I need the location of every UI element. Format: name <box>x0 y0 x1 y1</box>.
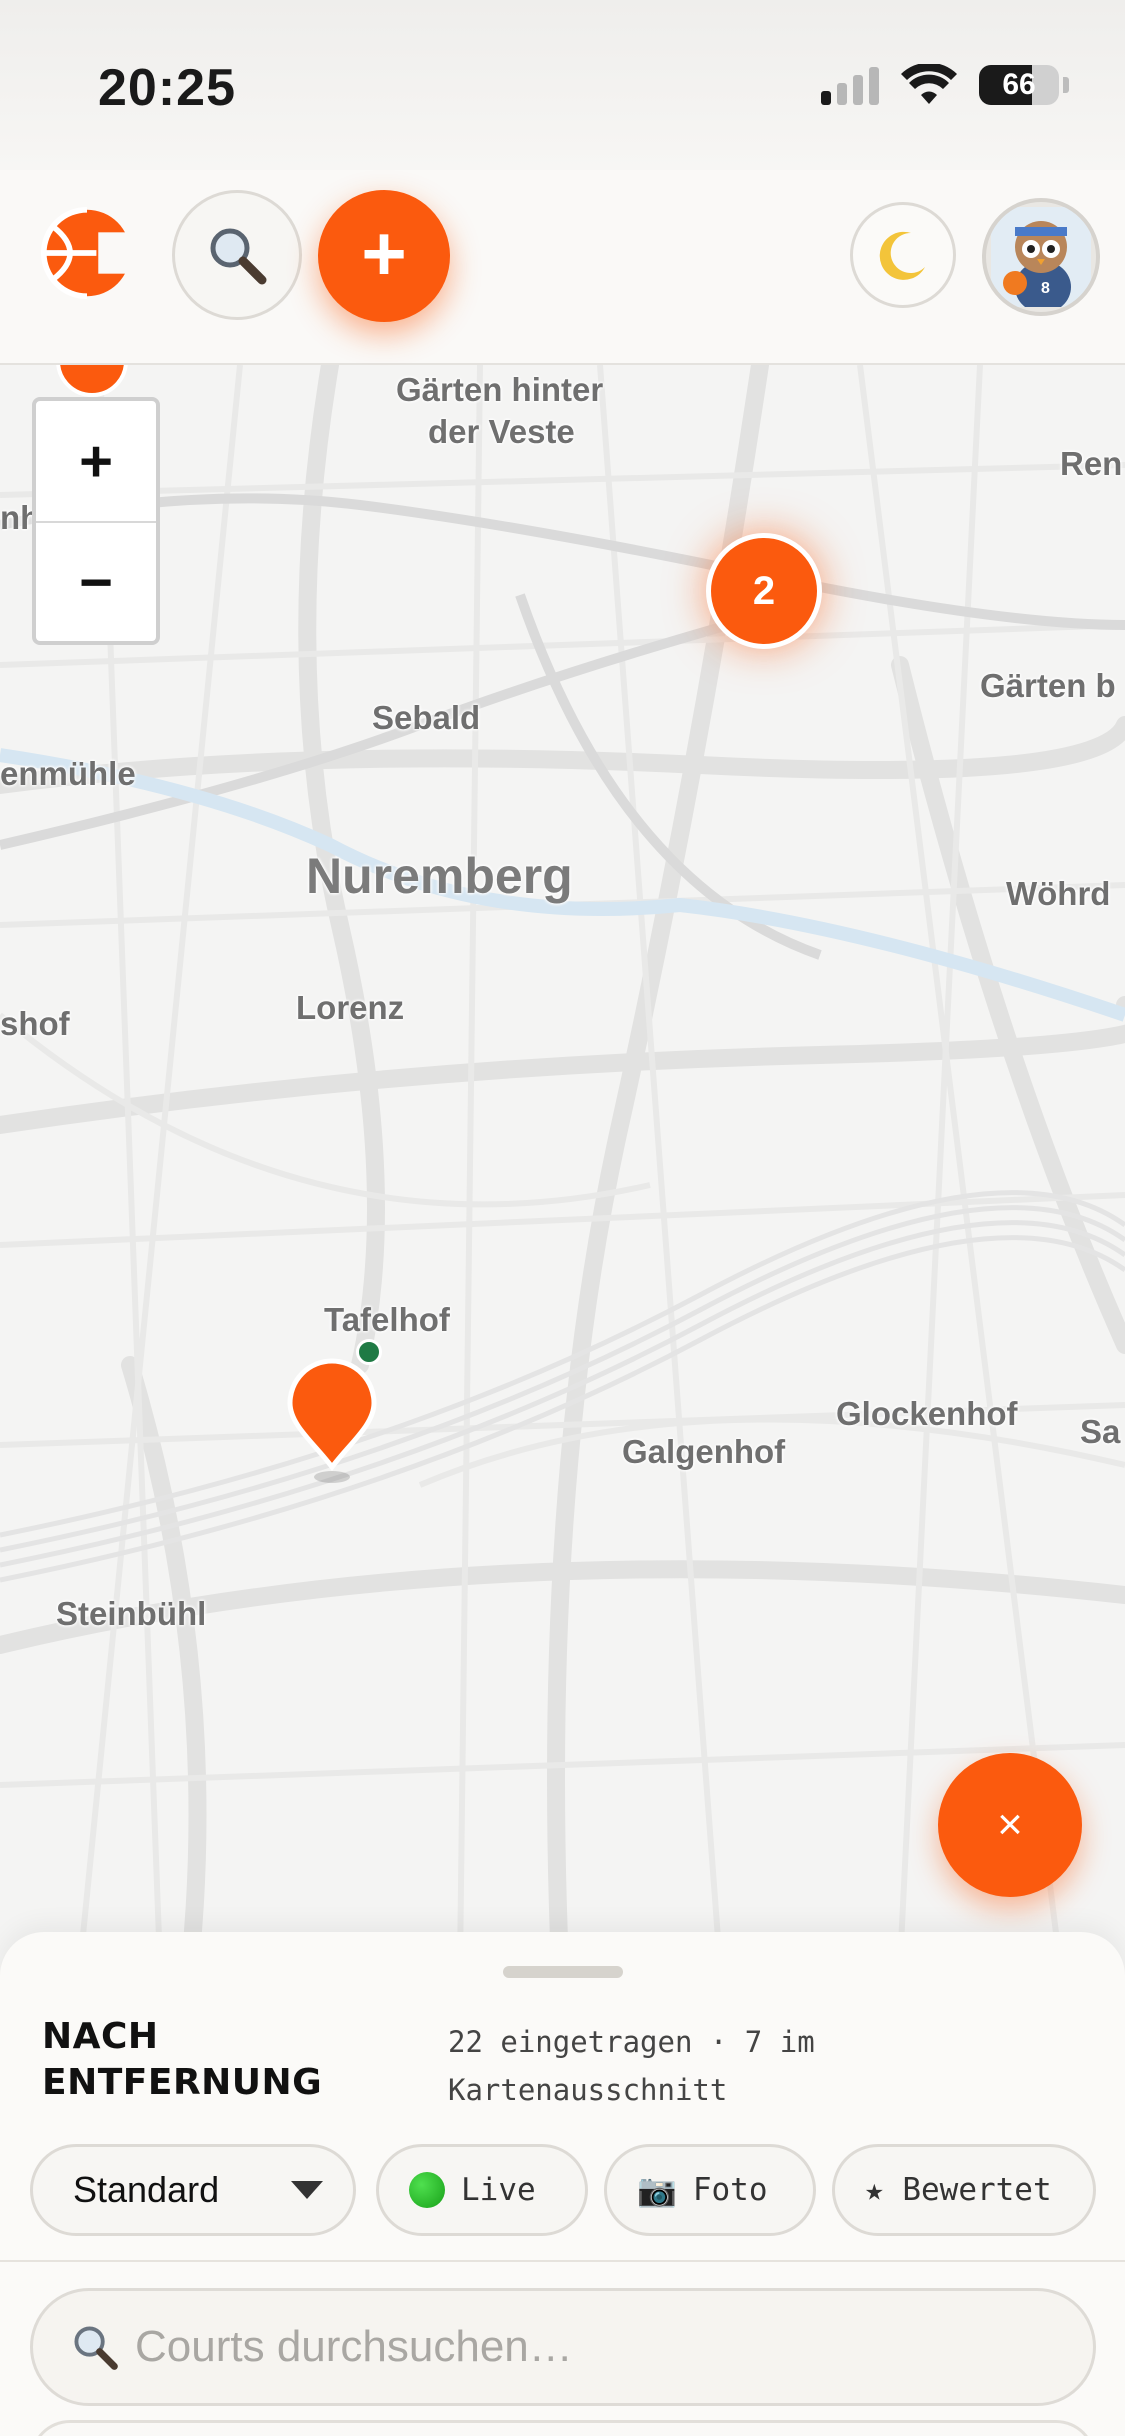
map-label-shof: shof <box>0 1005 70 1042</box>
map-view[interactable]: Gärten hinter der Veste Ren nh Gärten b … <box>0 365 1125 1965</box>
court-list-item[interactable] <box>30 2420 1096 2436</box>
sort-heading-line2: ENTFERNUNG <box>42 2062 323 2103</box>
map-label-sa: Sa <box>1080 1413 1121 1450</box>
map-label-nuremberg: Nuremberg <box>306 848 573 904</box>
sheet-grabber[interactable] <box>503 1966 623 1978</box>
zoom-in-button[interactable]: + <box>36 401 156 521</box>
map-label-gaerten-hinter: Gärten hinter <box>396 371 604 408</box>
sort-select-value: Standard <box>73 2169 220 2210</box>
sort-heading-line1: NACH <box>42 2016 159 2057</box>
battery-icon: 66 <box>979 65 1059 105</box>
courts-bottom-sheet: NACH ENTFERNUNG 22 eingetragen · 7 im Ka… <box>0 1932 1125 2436</box>
map-label-glockenhof: Glockenhof <box>836 1395 1018 1432</box>
sort-heading: NACH ENTFERNUNG <box>42 2014 402 2106</box>
status-bar: 20:25 66 <box>0 0 1125 170</box>
court-count-line1: 22 eingetragen · 7 im <box>448 2025 815 2059</box>
filter-live-label: Live <box>461 2172 536 2208</box>
wifi-icon <box>901 64 957 104</box>
profile-avatar-button[interactable]: 8 <box>982 198 1100 316</box>
chevron-down-icon <box>291 2181 323 2199</box>
map-label-der-veste: der Veste <box>428 413 575 450</box>
cellular-signal-icon <box>821 65 879 105</box>
add-court-button[interactable]: + <box>318 190 450 322</box>
map-label-tafelhof: Tafelhof <box>324 1301 450 1338</box>
filter-foto-chip[interactable]: 📷 Foto <box>604 2144 816 2236</box>
crescent-moon-icon <box>879 231 925 280</box>
search-button[interactable] <box>172 190 302 320</box>
filter-foto-label: Foto <box>692 2172 768 2208</box>
status-icons: 66 <box>821 64 1069 106</box>
magnifier-icon <box>210 228 267 285</box>
battery-percentage: 66 <box>1002 68 1036 101</box>
court-count-line2: Kartenausschnitt <box>448 2073 728 2107</box>
court-search-field[interactable] <box>30 2288 1096 2406</box>
svg-text:8: 8 <box>1041 280 1050 297</box>
status-time: 20:25 <box>98 59 236 117</box>
map-label-sebald: Sebald <box>372 699 481 736</box>
basketball-logo-icon[interactable] <box>40 206 134 300</box>
magnifier-icon <box>74 2326 118 2370</box>
battery-cap <box>1063 77 1069 93</box>
owl-basketball-avatar: 8 <box>991 207 1091 307</box>
map-label-steinbuehl: Steinbühl <box>56 1595 207 1632</box>
filter-rated-chip[interactable]: ★ Bewertet <box>832 2144 1096 2236</box>
filter-rated-label: ★ Bewertet <box>865 2172 1052 2208</box>
divider <box>0 2260 1125 2262</box>
court-search-input[interactable] <box>135 2322 1035 2372</box>
map-label-gaerten-b: Gärten b <box>980 667 1116 704</box>
court-count-info: 22 eingetragen · 7 im Kartenausschnitt <box>448 2018 948 2114</box>
map-label-ren: Ren <box>1060 445 1123 482</box>
map-streets <box>0 365 1125 1965</box>
court-location-pin-icon[interactable] <box>284 1355 380 1485</box>
close-sheet-button[interactable]: × <box>938 1753 1082 1897</box>
map-label-woehrd: Wöhrd <box>1006 875 1111 912</box>
map-label-galgenhof: Galgenhof <box>622 1433 786 1470</box>
green-circle-icon <box>409 2172 445 2208</box>
map-label-enmuehle: enmühle <box>0 755 136 792</box>
live-status-dot <box>356 1339 382 1365</box>
plus-icon: + <box>361 209 407 297</box>
zoom-control: + − <box>32 397 160 645</box>
court-cluster-marker[interactable]: 2 <box>706 533 822 649</box>
filter-live-chip[interactable]: Live <box>376 2144 588 2236</box>
map-label-lorenz: Lorenz <box>296 989 405 1026</box>
dark-mode-toggle[interactable] <box>850 202 956 308</box>
sort-select[interactable]: Standard <box>30 2144 356 2236</box>
top-toolbar: + 8 <box>0 170 1125 365</box>
camera-icon: 📷 <box>637 2171 677 2209</box>
zoom-out-button[interactable]: − <box>36 521 156 641</box>
